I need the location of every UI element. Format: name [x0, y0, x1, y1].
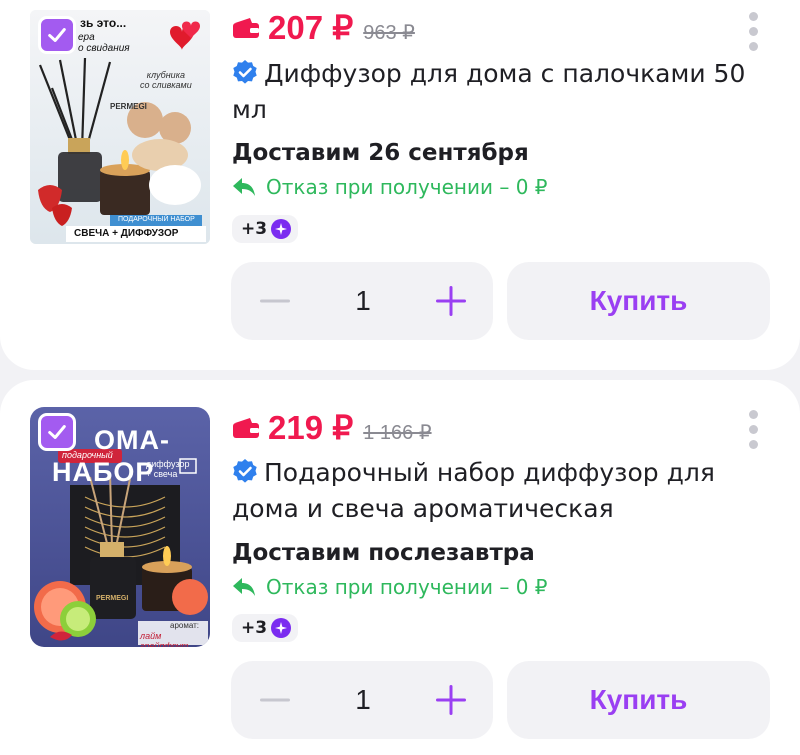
plus-bonus-chip: +3 — [232, 614, 299, 642]
quantity-stepper: 1 — [231, 262, 493, 340]
image-aroma-name: лайм грейпфрут — [140, 631, 189, 647]
return-arrow-icon — [233, 578, 255, 596]
price-row: 219 ₽ 1 166 ₽ — [232, 408, 432, 447]
image-subheading-text: ера о свидания — [78, 32, 130, 54]
more-options-icon[interactable] — [748, 12, 758, 51]
product-image[interactable]: ОМА- НАБОР подарочный диффузор + свеча P… — [30, 407, 210, 647]
image-brand-text: PERMEGI — [110, 102, 147, 111]
plus-icon — [435, 286, 466, 316]
buy-button[interactable]: Купить — [507, 661, 770, 739]
product-title: Диффузор для дома с палочками 50 мл — [232, 59, 746, 124]
price-row: 207 ₽ 963 ₽ — [232, 8, 415, 47]
buy-button[interactable]: Купить — [507, 262, 770, 340]
delivery-date: Доставим послезавтра — [232, 540, 535, 566]
increase-button[interactable] — [433, 283, 469, 319]
product-title: Подарочный набор диффузор для дома и све… — [232, 458, 715, 523]
return-policy: Отказ при получении – 0 ₽ — [232, 175, 548, 199]
plus-count: +3 — [241, 219, 268, 239]
image-heading-line-2: НАБОР — [52, 457, 155, 487]
more-options-icon[interactable] — [748, 410, 758, 449]
checkmark-icon — [48, 28, 66, 42]
image-brand-text: PERMEGI — [96, 595, 129, 602]
decrease-button[interactable] — [257, 283, 293, 319]
wallet-icon — [233, 417, 259, 438]
image-heading-text: зь это... — [80, 16, 127, 30]
image-caption: СВЕЧА + ДИФФУЗОР — [74, 228, 179, 239]
return-text: Отказ при получении – 0 ₽ — [266, 175, 548, 199]
delivery-date: Доставим 26 сентября — [232, 140, 529, 166]
plus-bonus-chip: +3 — [232, 215, 299, 243]
wallet-icon — [233, 17, 259, 38]
image-set-label: ПОДАРОЧНЫЙ НАБОР — [118, 216, 195, 223]
increase-button[interactable] — [433, 682, 469, 718]
select-checkbox[interactable] — [38, 16, 76, 54]
current-price: 219 ₽ — [268, 409, 354, 446]
image-aroma-label: аромат: — [170, 621, 200, 630]
image-flavor-text: клубника со сливками — [140, 70, 192, 90]
sparkle-icon — [271, 618, 292, 638]
product-card: ОМА- НАБОР подарочный диффузор + свеча P… — [0, 380, 800, 755]
image-ribbon-text: подарочный — [62, 450, 113, 460]
old-price: 963 ₽ — [363, 22, 415, 44]
sparkle-icon — [271, 219, 292, 239]
product-title-row[interactable]: Подарочный набор диффузор для дома и све… — [232, 455, 762, 527]
return-policy: Отказ при получении – 0 ₽ — [232, 575, 548, 599]
quantity-stepper: 1 — [231, 661, 493, 739]
verified-badge-icon — [233, 60, 257, 84]
minus-icon — [260, 299, 290, 303]
current-price: 207 ₽ — [268, 9, 354, 46]
quantity-value: 1 — [355, 684, 371, 715]
return-text: Отказ при получении – 0 ₽ — [266, 575, 548, 599]
decrease-button[interactable] — [257, 682, 293, 718]
image-side-text: диффузор + свеча — [146, 459, 190, 479]
return-arrow-icon — [233, 178, 255, 196]
quantity-value: 1 — [355, 285, 371, 316]
verified-badge-icon — [233, 459, 257, 483]
product-image[interactable]: зь это... ера о свидания клубника со сли… — [30, 10, 210, 244]
minus-icon — [260, 698, 290, 702]
product-card: зь это... ера о свидания клубника со сли… — [0, 0, 800, 370]
select-checkbox[interactable] — [38, 413, 76, 451]
plus-count: +3 — [241, 618, 268, 638]
product-title-row[interactable]: Диффузор для дома с палочками 50 мл — [232, 56, 762, 128]
plus-icon — [435, 685, 466, 715]
old-price: 1 166 ₽ — [363, 422, 432, 444]
checkmark-icon — [48, 425, 66, 439]
